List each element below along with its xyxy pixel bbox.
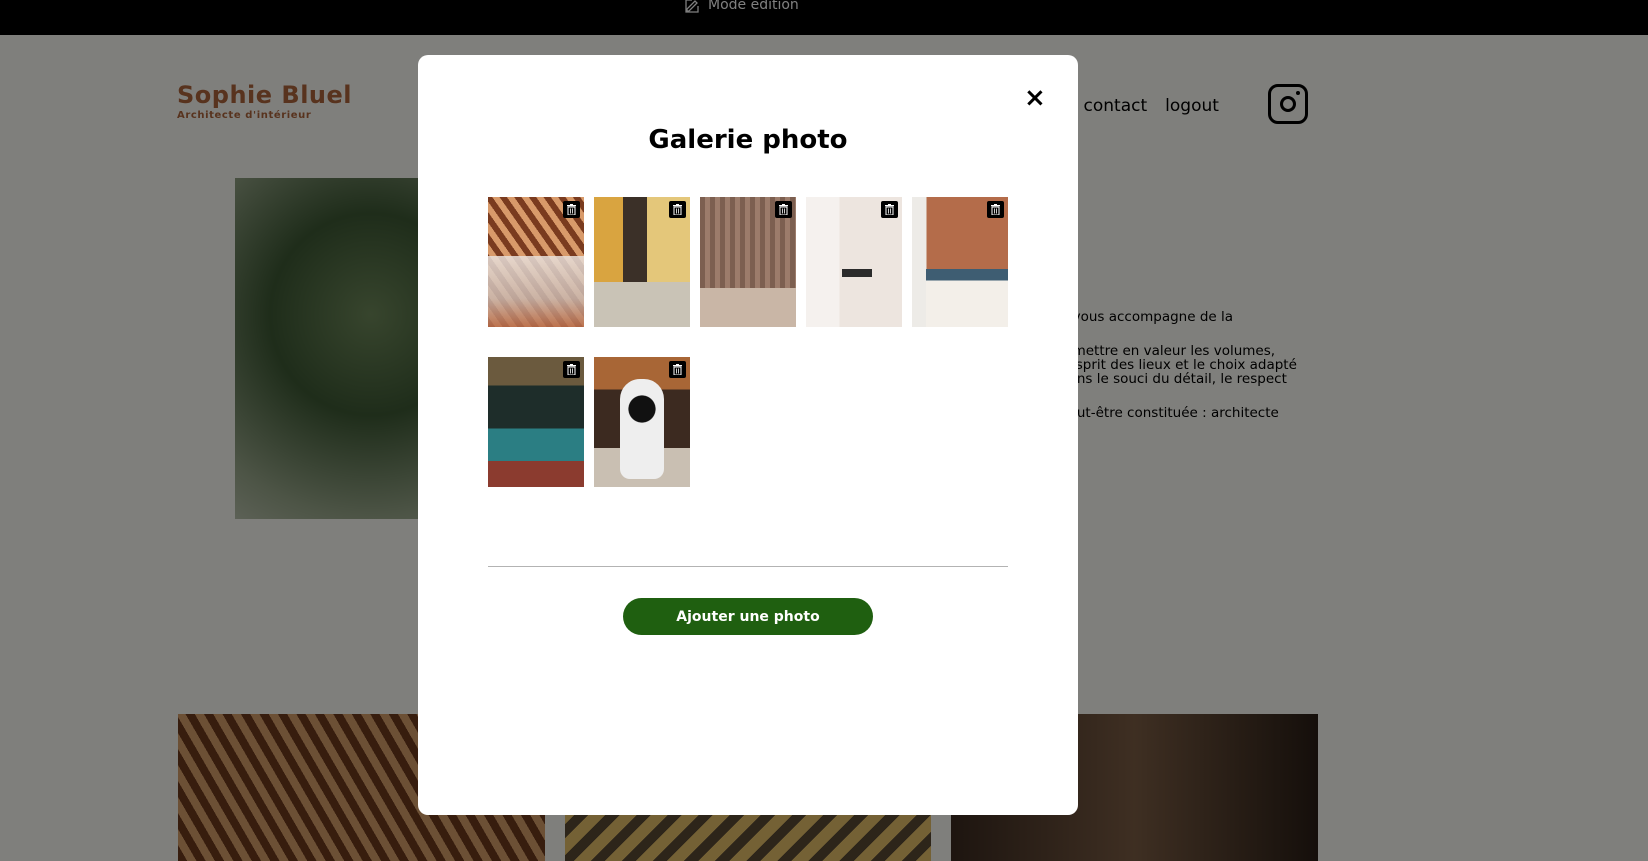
trash-icon[interactable]	[669, 361, 686, 378]
modal-divider	[488, 566, 1008, 567]
trash-icon[interactable]	[563, 201, 580, 218]
thumbnail	[488, 197, 584, 327]
trash-icon[interactable]	[669, 201, 686, 218]
thumbnail	[700, 197, 796, 327]
trash-icon[interactable]	[563, 361, 580, 378]
trash-icon[interactable]	[987, 201, 1004, 218]
thumbnail	[594, 197, 690, 327]
close-button[interactable]: ×	[1024, 85, 1046, 111]
add-photo-button[interactable]: Ajouter une photo	[623, 598, 873, 635]
trash-icon[interactable]	[881, 201, 898, 218]
thumbnail	[594, 357, 690, 487]
thumbnail	[806, 197, 902, 327]
thumbnail	[488, 357, 584, 487]
trash-icon[interactable]	[775, 201, 792, 218]
modal-title: Galerie photo	[648, 125, 848, 155]
thumbnail	[912, 197, 1008, 327]
gallery-modal: × Galerie photo Ajouter une photo	[418, 55, 1078, 815]
